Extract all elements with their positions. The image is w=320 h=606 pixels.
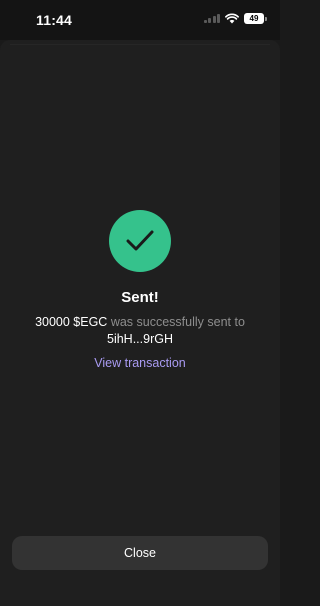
sheet-divider [10, 44, 270, 45]
status-icons: 49 [203, 13, 267, 24]
success-checkmark-icon [109, 210, 171, 272]
battery-icon: 49 [244, 13, 267, 24]
status-time: 11:44 [36, 12, 73, 28]
wifi-icon [225, 13, 239, 24]
success-title: Sent! [121, 289, 159, 306]
message-text: was successfully sent to [110, 315, 245, 329]
recipient-address: 5ihH...9rGH [107, 332, 173, 346]
cellular-signal-icon [203, 14, 220, 23]
success-message: 30000 $EGC was successfully sent to 5ihH… [20, 314, 260, 348]
send-success-screen: 11:44 49 Sent! 30000 $EGC was successful… [0, 0, 280, 606]
sent-amount: 30000 $EGC [35, 315, 108, 329]
status-bar: 11:44 49 [0, 0, 280, 40]
view-transaction-link[interactable]: View transaction [0, 356, 280, 370]
close-button[interactable]: Close [12, 536, 268, 570]
